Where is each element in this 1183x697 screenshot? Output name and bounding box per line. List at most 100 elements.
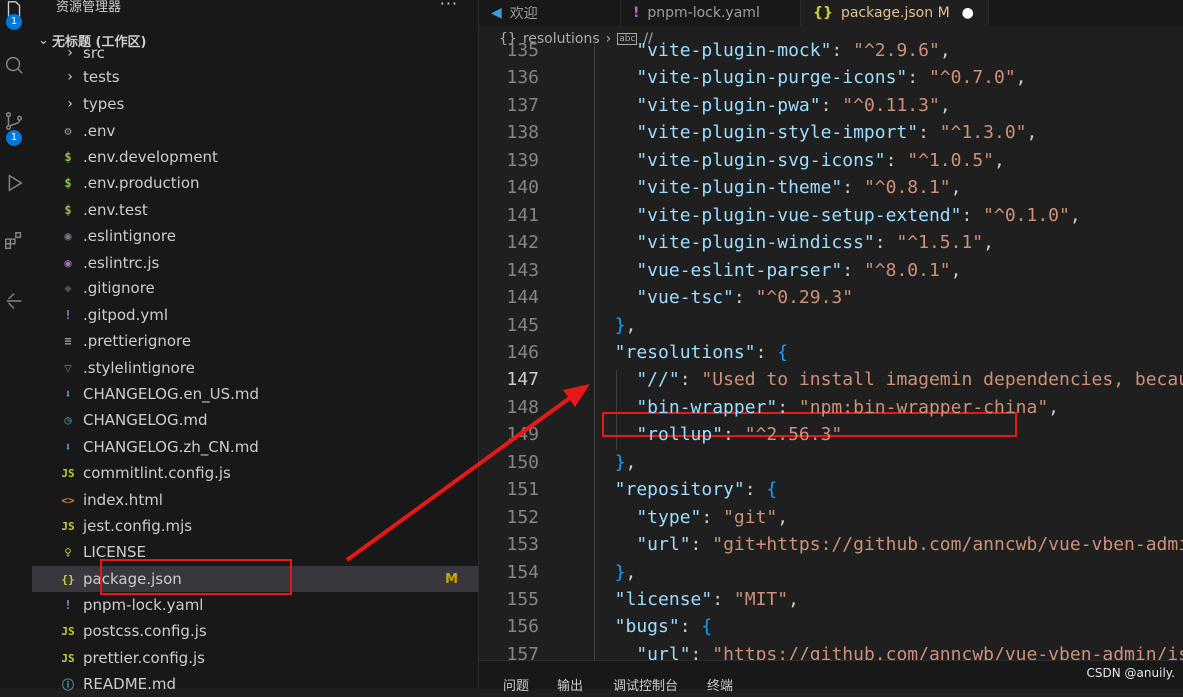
code-line[interactable]: 136 "vite-plugin-purge-icons": "^0.7.0", [479,65,1183,92]
tree-item[interactable]: ◉ .eslintignore [32,223,478,249]
code-token: "license" [593,589,713,610]
code-line[interactable]: 147 "//": "Used to install imagemin depe… [479,367,1183,394]
unsaved-dot-icon[interactable]: ● [962,5,974,21]
code-token: : [712,589,734,610]
code-line[interactable]: 150 }, [479,450,1183,477]
editor-tab[interactable]: ! pnpm-lock.yaml [621,0,801,26]
code-line[interactable]: 135 "vite-plugin-mock": "^2.9.6", [479,40,1183,65]
line-number: 146 [506,341,539,363]
code-token: "^2.56.3" [744,424,843,446]
gear-icon: ⚙ [64,124,72,138]
exclamation-icon: ! [633,5,640,21]
tree-item[interactable]: ◷ CHANGELOG.md [32,407,478,433]
tree-item[interactable]: JS prettier.config.js [32,645,478,671]
tree-item[interactable]: JS commitlint.config.js [32,460,478,486]
eslint-icon: ◉ [64,229,72,243]
code-line[interactable]: 142 "vite-plugin-windicss": "^1.5.1", [479,230,1183,257]
code-line[interactable]: 138 "vite-plugin-style-import": "^1.3.0"… [479,120,1183,147]
code-editor[interactable]: 135 "vite-plugin-mock": "^2.9.6", 136 "vi… [479,40,1183,660]
tree-item-label: .eslintrc.js [83,254,160,272]
code-line[interactable]: 144 "vue-tsc": "^0.29.3" [479,285,1183,312]
tree-item[interactable]: ⬇ CHANGELOG.zh_CN.md [32,434,478,460]
extensions-icon[interactable] [0,228,28,254]
remote-explorer-icon[interactable] [0,288,28,314]
code-token: , [625,451,637,473]
tree-item[interactable]: › src [32,40,478,66]
code-line[interactable]: 156 "bugs": { [479,614,1183,641]
code-line[interactable]: 141 "vite-plugin-vue-setup-extend": "^0.… [479,203,1183,230]
tree-item-label: prettier.config.js [83,649,205,667]
tree-item[interactable]: › tests [32,64,478,90]
code-text: "vite-plugin-theme": "^0.8.1", [593,177,961,198]
code-token: : [744,479,767,501]
tree-item-label: CHANGELOG.en_US.md [83,385,259,403]
code-token: , [625,561,637,583]
tree-item[interactable]: JS jest.config.mjs [32,513,478,539]
code-line[interactable]: 151 "repository": { [479,477,1183,504]
run-debug-icon[interactable] [0,170,28,196]
code-line[interactable]: 140 "vite-plugin-theme": "^0.8.1", [479,175,1183,202]
tree-item[interactable]: $ .env.production [32,170,478,196]
code-text: "license": "MIT", [593,589,799,610]
code-line[interactable]: 152 "type": "git", [479,505,1183,532]
tab-terminal[interactable]: 终端 [707,675,733,694]
tree-item[interactable]: › types [32,91,478,117]
tree-item[interactable]: ⚙ .env [32,118,478,144]
tree-item[interactable]: ⓘ README.md [32,671,478,697]
line-number: 149 [506,424,539,446]
code-line[interactable]: 145 }, [479,313,1183,340]
tree-item-label: commitlint.config.js [83,464,231,482]
code-token: , [983,232,994,254]
exclamation-icon: ! [64,598,72,612]
code-line[interactable]: 154 }, [479,560,1183,587]
code-token: "^1.0.5" [907,149,994,171]
search-icon[interactable] [0,52,28,78]
line-number: 150 [506,451,539,473]
tree-item[interactable]: ◉ .eslintrc.js [32,250,478,276]
line-number: 144 [506,287,539,309]
explorer-sidebar: 资源管理器 ··· ⌄ 无标题 (工作区) › src › tests › types ⚙.… [32,0,479,693]
tree-item[interactable]: $ .env.development [32,144,478,170]
code-line[interactable]: 146 "resolutions": { [479,340,1183,367]
tab-debug-console[interactable]: 调试控制台 [613,675,678,694]
code-token: "^0.1.0" [983,204,1070,226]
tree-item[interactable]: ◆ .gitignore [32,275,478,301]
code-line[interactable]: 149 "rollup": "^2.56.3" [479,422,1183,449]
code-token: "^0.7.0" [928,67,1016,89]
tree-item-label: types [83,95,125,113]
tab-problems[interactable]: 问题 [503,675,529,694]
chevron-right-icon: › [65,69,75,85]
code-line[interactable]: 143 "vue-eslint-parser": "^8.0.1", [479,258,1183,285]
code-line[interactable]: 155 "license": "MIT", [479,587,1183,614]
code-token: "git" [723,506,778,528]
dollar-icon: $ [64,176,72,190]
code-token: "vite-plugin-svg-icons" [593,149,886,171]
code-line[interactable]: 157 "url": "https://github.com/anncwb/vu… [479,642,1183,660]
more-actions-icon[interactable]: ··· [440,0,458,13]
line-number: 136 [506,67,539,89]
code-line[interactable]: 148 "bin-wrapper": "npm:bin-wrapper-chin… [479,395,1183,422]
tree-item-label: src [83,44,105,62]
code-text: }, [593,561,637,583]
activity-bar: 1 1 [0,0,32,688]
tree-item[interactable]: $ .env.test [32,197,478,223]
tree-item[interactable]: ! pnpm-lock.yaml [32,592,478,618]
code-line[interactable]: 137 "vite-plugin-pwa": "^0.11.3", [479,93,1183,120]
editor-tab[interactable]: {} package.json M ● [801,0,989,26]
tree-item[interactable]: ▽ .stylelintignore [32,355,478,381]
code-token: "//" [593,369,680,391]
code-line[interactable]: 153 "url": "git+https://github.com/anncw… [479,532,1183,559]
code-line[interactable]: 139 "vite-plugin-svg-icons": "^1.0.5", [479,148,1183,175]
tree-item[interactable]: <> index.html [32,487,478,513]
tree-item[interactable]: ! .gitpod.yml [32,302,478,328]
tree-item[interactable]: ≡ .prettierignore [32,328,478,354]
tab-output[interactable]: 输出 [557,675,583,694]
tree-item[interactable]: JS postcss.config.js [32,618,478,644]
code-text: "rollup": "^2.56.3" [593,424,842,445]
line-number: 147 [506,369,539,391]
editor-tab[interactable]: ◀ 欢迎 [479,0,621,26]
code-token: : [777,396,799,418]
code-token: : [831,40,854,61]
tree-item[interactable]: ⬇ CHANGELOG.en_US.md [32,381,478,407]
